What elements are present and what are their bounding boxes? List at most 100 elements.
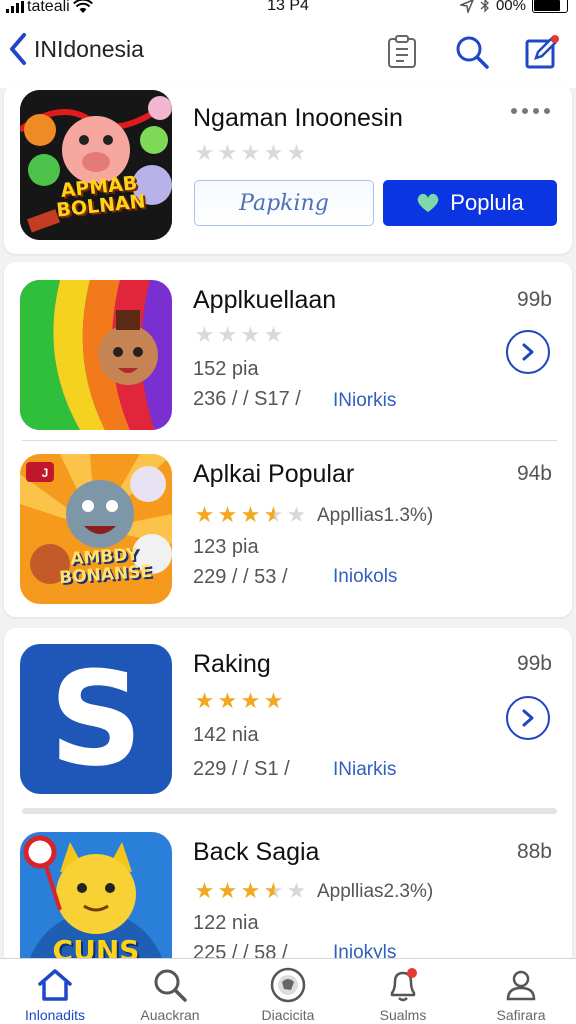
tab-explore[interactable]: Diacicita [233,965,343,1023]
app-size: 99b [516,288,552,311]
poplula-button[interactable]: Poplula [383,180,557,226]
app-title: Back Sagia [193,838,320,866]
papking-button[interactable]: Papking [194,180,374,226]
tab-notifications[interactable]: Sualms [348,965,458,1023]
app-icon: J AMBDY BONANSE [20,454,172,604]
home-icon [38,969,72,1001]
star-icon: ★ [217,140,238,165]
nav-actions [382,32,562,72]
app-title: Applkuellaan [193,286,337,314]
tab-label: Auackran [140,1007,200,1023]
search-button[interactable] [452,32,492,72]
star-icon: ★ [286,140,307,165]
star-icon: ★ [194,322,215,347]
open-app-button[interactable] [506,330,550,374]
star-icon: ★ [217,322,238,347]
star-icon: ★ [240,878,261,903]
app-list-card-2: S Raking 99b ★ ★ ★ ★ 142 nia 229 / / S1 / I… [4,628,572,982]
status-right: 00% [459,0,568,14]
edit-button[interactable] [522,32,562,72]
app-row[interactable]: J AMBDY BONANSE Aplkai Popular 94b ★ ★ ★ ★ ★… [4,454,572,604]
search-icon [456,36,489,69]
featured-app-card[interactable]: APMAB BOLNAN Ngaman Inoonesin ★ ★ ★ ★ ★ Papk… [4,84,572,254]
featured-rating-stars: ★ ★ ★ ★ ★ [193,142,308,164]
chevron-right-icon [522,343,534,361]
s-logo-icon: S [49,644,143,794]
rating-stars: ★ ★ ★ ★ [193,690,285,712]
tab-label: Inlonadits [25,1007,85,1023]
star-icon: ★ [263,688,284,713]
search-icon [154,969,187,1002]
poplula-label: Poplula [450,190,524,215]
rainbow-character-icon [20,280,172,430]
app-size: 94b [516,462,552,485]
app-list-card-1: Applkuellaan 99b ★ ★ ★ ★ 152 pia 236 / / S1… [4,262,572,617]
app-meta-detail: 229 / / 53 / [193,566,288,588]
chevron-right-icon [522,709,534,727]
star-icon: ★ [194,688,215,713]
app-size: 88b [516,840,552,863]
featured-app-icon: APMAB BOLNAN [20,90,172,240]
tab-profile[interactable]: Safirara [466,965,576,1023]
app-link[interactable]: Iniokols [333,566,397,588]
tab-label: Sualms [379,1007,427,1023]
rating-stars: ★ ★ ★ ★ ★ [193,504,308,526]
app-icon [20,280,172,430]
star-icon: ★ [240,688,261,713]
half-star-icon: ★ [263,502,284,527]
bell-icon [390,968,417,1002]
app-meta-detail: 236 / / S17 / [193,388,301,410]
featured-app-title: Ngaman Inoonesin [193,104,403,132]
status-bar: tateali 13 P4 00% [0,0,576,18]
open-app-button[interactable] [506,696,550,740]
half-star-icon: ★ [263,878,284,903]
star-icon: ★ [194,140,215,165]
person-icon [506,970,536,1001]
app-meta: 123 pia [193,536,259,558]
rating-stars: ★ ★ ★ ★ ★ [193,880,308,902]
app-meta-detail: 229 / / S1 / [193,758,290,780]
app-meta: 142 nia [193,724,259,746]
rating-text: Appllias1.3%) [317,505,434,526]
star-icon: ★ [263,322,284,347]
star-icon: ★ [286,878,307,903]
star-icon: ★ [194,878,215,903]
location-icon [459,0,474,13]
dot-icon [544,108,550,114]
star-icon: ★ [240,322,261,347]
tab-search[interactable]: Auackran [115,965,225,1023]
app-size: 99b [516,652,552,675]
dot-icon [533,108,539,114]
heart-leaf-icon [418,193,439,212]
tab-home[interactable]: Inlonadits [0,965,110,1023]
app-link[interactable]: INiorkis [333,390,396,412]
edit-icon [525,35,559,69]
app-icon-caption: AMBDY BONANSE [39,544,171,589]
rating-text: Appllias2.3%) [317,881,434,902]
app-title: Aplkai Popular [193,460,355,488]
chevron-left-icon [10,33,26,65]
tab-label: Diacicita [261,1007,315,1023]
star-icon: ★ [217,688,238,713]
divider [22,440,557,441]
back-button[interactable]: INIdonesia [8,32,144,66]
clipboard-button[interactable] [382,32,422,72]
navigation-bar: INIdonesia [0,18,576,88]
app-icon: S [20,644,172,794]
star-icon: ★ [240,502,261,527]
dot-icon [522,108,528,114]
star-icon: ★ [217,502,238,527]
star-icon: ★ [240,140,261,165]
app-row[interactable]: S Raking 99b ★ ★ ★ ★ 142 nia 229 / / S1 / I… [4,644,572,794]
star-icon: ★ [194,502,215,527]
app-row[interactable]: Applkuellaan 99b ★ ★ ★ ★ 152 pia 236 / / S1… [4,280,572,430]
icon-badge-text: J [41,466,49,480]
bluetooth-icon [480,0,489,13]
clipboard-icon [388,35,416,68]
back-label: INIdonesia [34,35,144,62]
app-link[interactable]: INiarkis [333,759,396,781]
battery-icon [532,0,568,13]
more-options-button[interactable] [511,108,550,114]
star-icon: ★ [263,140,284,165]
app-meta: 122 nia [193,912,259,934]
